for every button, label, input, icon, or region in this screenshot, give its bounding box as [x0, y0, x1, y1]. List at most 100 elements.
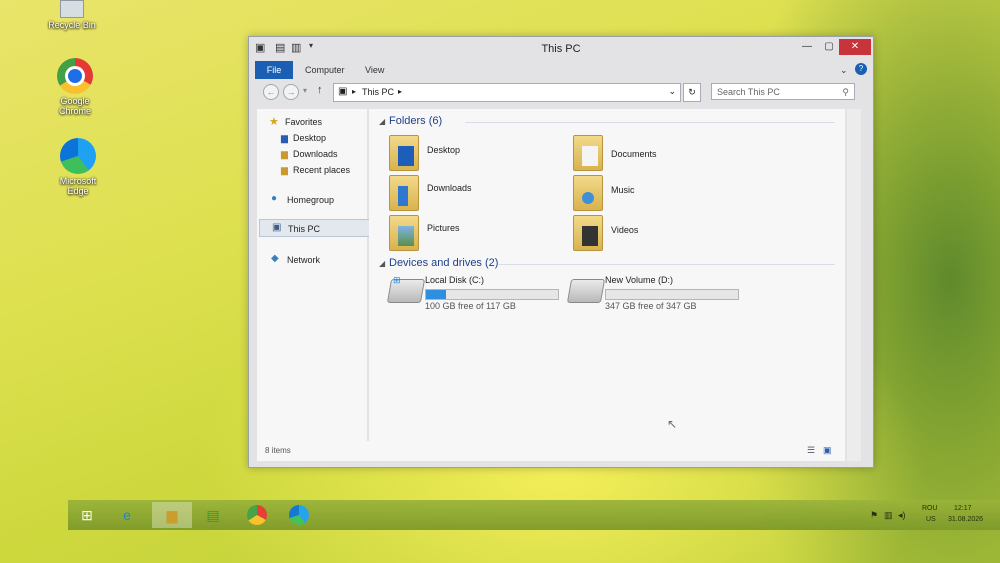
refresh-button[interactable]: ↻ [683, 83, 701, 102]
folder-documents[interactable]: Documents [573, 135, 733, 171]
desktop-icon-label: Google Chrome [58, 96, 91, 116]
desktop-icon-microsoft-edge[interactable]: Microsoft Edge [48, 138, 108, 196]
minimize-button[interactable]: — [797, 39, 817, 55]
system-tray: ⚑ ▥ ◂) ROU US 12:17 31.08.2026 [860, 500, 1000, 530]
chrome-icon[interactable] [240, 502, 274, 528]
search-placeholder: Search This PC [717, 87, 780, 97]
edge-icon[interactable] [282, 502, 316, 528]
folder-pictures[interactable]: Pictures [389, 215, 549, 251]
drive-name: Local Disk (C:) [425, 275, 485, 285]
explorer-window: ▣ ▤ ▥ ▾ This PC — ▢ ✕ File Computer View… [248, 36, 874, 468]
collapse-group-icon[interactable]: ◢ [379, 259, 385, 268]
ribbon-tabs: File Computer View ⌄ ? [255, 59, 867, 79]
recent-places-icon: ▆ [281, 165, 288, 175]
breadcrumb-separator-icon[interactable]: ▸ [352, 87, 356, 96]
expand-ribbon-icon[interactable]: ⌄ [840, 65, 848, 76]
recent-locations-icon[interactable]: ▾ [303, 86, 307, 95]
window-title: This PC [541, 43, 581, 55]
drive-free-space: 100 GB free of 117 GB [425, 301, 516, 311]
drive-c[interactable]: ⊞ Local Disk (C:) 100 GB free of 117 GB [386, 275, 569, 315]
nav-item-recent-places[interactable]: Recent places [293, 165, 350, 175]
network-icon[interactable]: ▥ [884, 510, 893, 521]
drive-icon [566, 279, 606, 303]
folder-label: Pictures [427, 223, 460, 233]
breadcrumb-this-pc[interactable]: This PC [362, 87, 394, 97]
folders-group-header[interactable]: Folders (6) [389, 115, 442, 127]
folder-music[interactable]: Music [573, 175, 733, 211]
start-button[interactable]: ⊞ [70, 502, 104, 528]
internet-explorer-icon[interactable]: e [110, 502, 144, 528]
title-bar[interactable]: ▣ ▤ ▥ ▾ This PC — ▢ ✕ [249, 37, 873, 59]
desktop-icon-google-chrome[interactable]: Google Chrome [45, 58, 105, 116]
back-button[interactable]: ← [263, 84, 279, 100]
star-icon: ★ [269, 116, 279, 128]
group-divider [499, 264, 835, 265]
folder-downloads[interactable]: Downloads [389, 175, 549, 211]
folder-label: Videos [611, 225, 639, 235]
navigation-pane: ★ Favorites ▆ Desktop ▆ Downloads ▆ Rece… [257, 109, 373, 461]
help-icon[interactable]: ? [855, 63, 867, 75]
search-input[interactable]: Search This PC ⚲ [711, 83, 855, 100]
vertical-scrollbar[interactable] [847, 109, 861, 461]
windows-logo-icon: ⊞ [393, 275, 401, 285]
close-button[interactable]: ✕ [839, 39, 871, 55]
large-icons-view-icon[interactable]: ▣ [823, 445, 832, 456]
file-explorer-icon[interactable]: ▆ [152, 502, 192, 528]
drive-d[interactable]: New Volume (D:) 347 GB free of 347 GB [566, 275, 749, 315]
chrome-icon [57, 58, 93, 94]
desktop: Recycle Bin Google Chrome Microsoft Edge… [0, 0, 1000, 563]
desktop-icon-label: Microsoft Edge [59, 176, 97, 196]
maximize-button[interactable]: ▢ [819, 39, 839, 55]
pictures-folder-icon [389, 215, 419, 251]
nav-homegroup[interactable]: Homegroup [287, 195, 334, 205]
clock-time[interactable]: 12:17 [954, 505, 972, 512]
folder-label: Music [611, 185, 635, 195]
status-bar: 8 items ☰ ▣ [257, 441, 845, 461]
edge-icon [60, 138, 96, 174]
music-folder-icon [573, 175, 603, 211]
address-bar[interactable]: ▣ ▸ This PC ▸ ⌄ [333, 83, 681, 102]
drives-group-header[interactable]: Devices and drives (2) [389, 257, 498, 269]
homegroup-icon: ● [271, 193, 278, 204]
nav-item-desktop[interactable]: Desktop [293, 133, 326, 143]
volume-icon[interactable]: ◂) [898, 510, 906, 521]
nav-favorites[interactable]: Favorites [285, 117, 322, 127]
nav-item-downloads[interactable]: Downloads [293, 149, 338, 159]
downloads-folder-icon [389, 175, 419, 211]
desktop-folder-icon [389, 135, 419, 171]
documents-folder-icon [573, 135, 603, 171]
content-area: ◢ Folders (6) Desktop Documents Download… [369, 109, 845, 461]
details-view-icon[interactable]: ☰ [807, 445, 815, 456]
breadcrumb-chevron-icon[interactable]: ▸ [398, 87, 402, 96]
drive-free-space: 347 GB free of 347 GB [605, 301, 697, 311]
folder-desktop[interactable]: Desktop [389, 135, 549, 171]
store-icon[interactable]: ▤ [196, 502, 230, 528]
drive-usage-bar [425, 289, 559, 300]
collapse-group-icon[interactable]: ◢ [379, 117, 385, 126]
up-button[interactable]: ↑ [317, 84, 323, 96]
group-divider [465, 122, 835, 123]
tab-view[interactable]: View [365, 65, 384, 75]
desktop-icon-recycle-bin[interactable]: Recycle Bin [42, 0, 102, 30]
taskbar: ⊞ e ▆ ▤ ⚑ ▥ ◂) ROU US 12:17 31.08.2026 [68, 500, 1000, 530]
tab-file[interactable]: File [255, 61, 293, 79]
drive-usage-bar [605, 289, 739, 300]
nav-network[interactable]: Network [287, 255, 320, 265]
tab-computer[interactable]: Computer [305, 65, 345, 75]
folder-label: Documents [611, 149, 657, 159]
nav-this-pc-selection[interactable]: ▣ This PC [259, 219, 373, 237]
action-center-icon[interactable]: ⚑ [870, 510, 878, 521]
network-icon: ◆ [271, 253, 279, 264]
status-item-count: 8 items [265, 446, 291, 455]
videos-folder-icon [573, 215, 603, 251]
desktop-folder-icon: ▆ [281, 133, 288, 143]
folder-label: Desktop [427, 145, 461, 155]
input-language[interactable]: ROU [922, 505, 938, 512]
navigation-bar: ← → ▾ ↑ ▣ ▸ This PC ▸ ⌄ ↻ Search This PC… [255, 81, 867, 105]
address-dropdown-icon[interactable]: ⌄ [668, 86, 676, 97]
downloads-folder-icon: ▆ [281, 149, 288, 159]
folder-videos[interactable]: Videos [573, 215, 733, 251]
search-icon: ⚲ [842, 87, 849, 97]
forward-button[interactable]: → [283, 84, 299, 100]
mouse-cursor-icon: ↖ [667, 417, 678, 431]
